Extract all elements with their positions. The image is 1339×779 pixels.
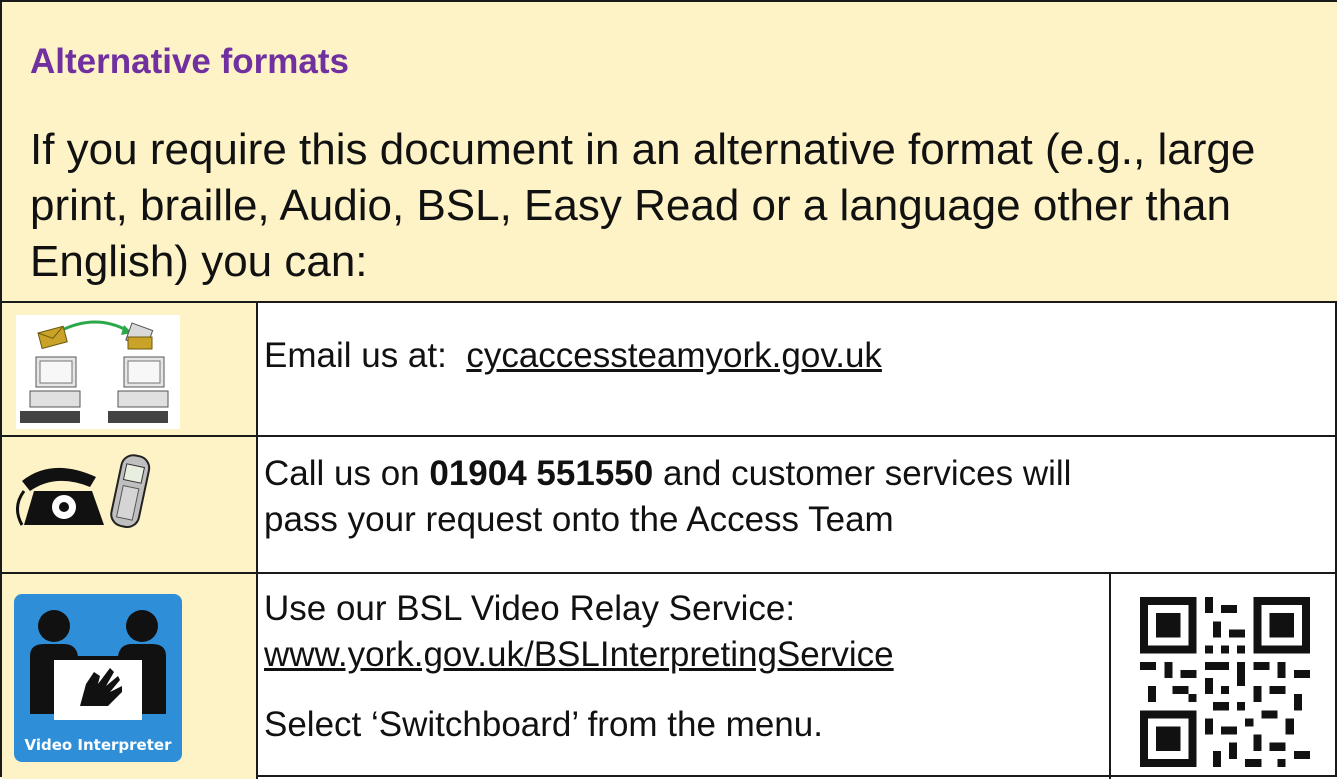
- email-icon-cell: [2, 303, 258, 435]
- email-prefix: Email us at:: [264, 336, 447, 375]
- phone-icon-cell: [2, 437, 258, 572]
- video-interpreter-caption: Video Interpreter: [24, 736, 172, 754]
- alternative-formats-panel: Alternative formats If you require this …: [0, 0, 1337, 779]
- phone-number[interactable]: 01904 551550: [429, 454, 653, 493]
- video-interpreter-icon: Video Interpreter: [14, 594, 182, 762]
- intro-text: If you require this document in an alter…: [30, 125, 1256, 286]
- email-text: Email us at: cycaccessteamyork.gov.uk: [264, 333, 882, 379]
- intro-section: If you require this document in an alter…: [2, 102, 1337, 303]
- phone-row: Call us on 01904 551550 and customer ser…: [2, 437, 1337, 574]
- header-section: Alternative formats: [2, 2, 1337, 104]
- page-title: Alternative formats: [30, 42, 349, 81]
- bsl-line3: Select ‘Switchboard’ from the menu.: [264, 705, 823, 744]
- email-computers-icon: [16, 315, 180, 429]
- qr-code-icon[interactable]: [1140, 594, 1310, 770]
- phone-text: Call us on 01904 551550 and customer ser…: [264, 451, 1124, 543]
- email-row: Email us at: cycaccessteamyork.gov.uk: [2, 303, 1337, 437]
- email-link[interactable]: cycaccessteamyork.gov.uk: [466, 336, 882, 375]
- telephone-icon: [16, 454, 151, 529]
- bsl-row: Video Interpreter Use our BSL Video Rela…: [2, 574, 1337, 779]
- phone-prefix: Call us on: [264, 454, 420, 493]
- qr-divider: [1109, 574, 1111, 779]
- bsl-url-link[interactable]: www.york.gov.uk/BSLInterpretingService: [264, 635, 894, 674]
- bsl-icon-cell: Video Interpreter: [2, 574, 258, 779]
- bsl-line1: Use our BSL Video Relay Service:: [264, 589, 796, 628]
- bsl-url-line: www.york.gov.uk/BSLInterpretingService: [264, 632, 894, 678]
